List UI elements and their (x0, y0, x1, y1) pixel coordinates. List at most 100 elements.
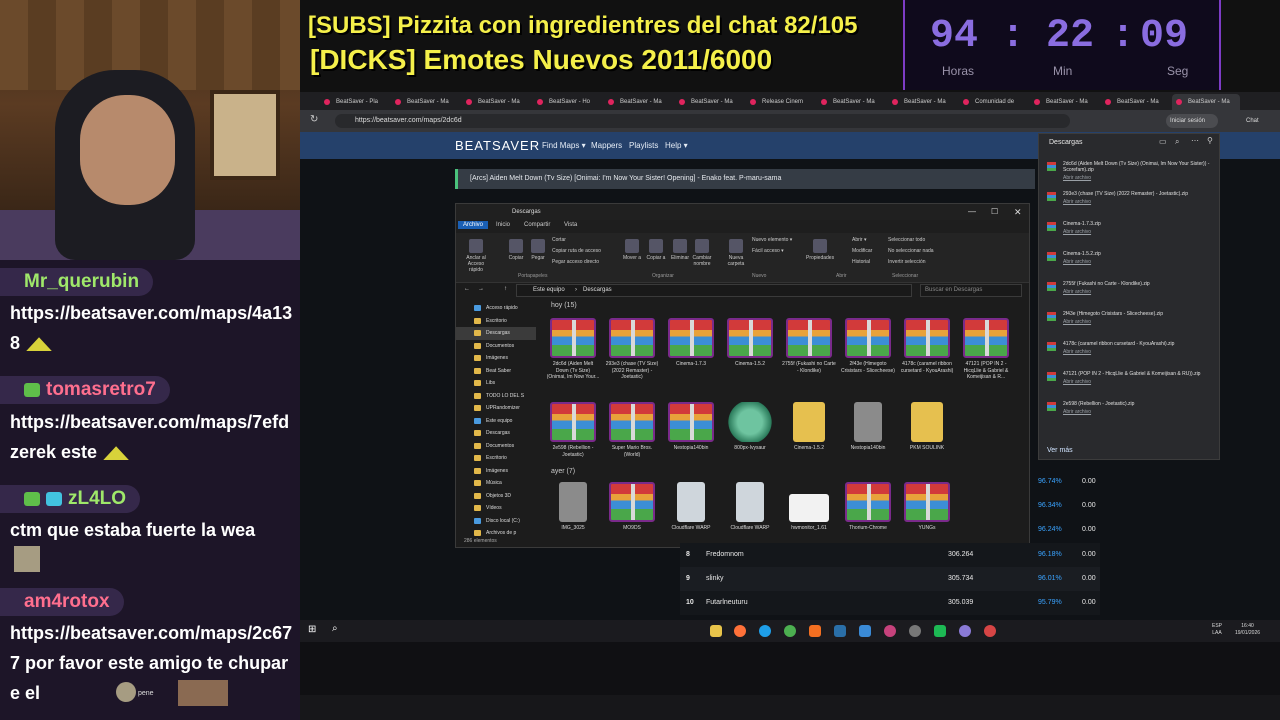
path-input[interactable]: Este equipo › Descargas (516, 284, 912, 297)
ribbon-small-button[interactable]: Seleccionar todo (888, 237, 925, 243)
browser-tab[interactable]: BeatSaver - Ma (675, 94, 743, 110)
ribbon-small-button[interactable]: Abrir ▾ (852, 237, 866, 243)
up-icon[interactable]: ↑ (504, 286, 507, 292)
open-file-link[interactable]: Abrir archivo (1063, 289, 1217, 295)
open-file-link[interactable]: Abrir archivo (1063, 259, 1217, 265)
ribbon-small-button[interactable]: Invertir selección (888, 259, 926, 265)
sidebar-item[interactable]: Descargas (456, 427, 536, 440)
file-item[interactable]: Nestopia140bin (841, 402, 895, 452)
download-item[interactable]: 47121 (POP IN 2 - HicqLlie & Gabriel & K… (1047, 371, 1217, 385)
app-icon[interactable] (809, 625, 821, 637)
chrome-icon[interactable] (784, 625, 796, 637)
file-item[interactable]: hwmonitor_1.61 (782, 482, 836, 532)
search-input[interactable]: Buscar en Descargas (920, 284, 1022, 297)
ribbon-button[interactable]: Nueva carpeta (722, 239, 750, 267)
browser-tab[interactable]: Release Cinem (746, 94, 814, 110)
search-icon[interactable]: ⌕ (332, 623, 338, 634)
nav-playlists[interactable]: Playlists (629, 141, 658, 150)
sidebar-item[interactable]: Vídeos (456, 502, 536, 515)
file-item[interactable]: 800px-Ivysaur (723, 402, 777, 452)
chat-button[interactable]: Chat (1246, 114, 1259, 128)
file-item[interactable]: 47121 (POP IN 2 - HicqLlie & Gabriel & K… (959, 318, 1013, 381)
ribbon-button[interactable]: Pegar (524, 239, 552, 261)
sidebar-item[interactable]: Escritorio (456, 315, 536, 328)
browser-tab[interactable]: BeatSaver - Ma (1172, 94, 1240, 110)
file-item[interactable]: Super Mario Bros. (World) (605, 402, 659, 458)
ribbon-button[interactable]: Propiedades (806, 239, 834, 261)
close-icon[interactable]: ✕ (1014, 204, 1022, 220)
sidebar-item[interactable]: Música (456, 477, 536, 490)
firefox-icon[interactable] (734, 625, 746, 637)
pin-icon[interactable]: ⚲ (1207, 136, 1213, 145)
file-item[interactable]: IMG_3025 (546, 482, 600, 532)
browser-tab[interactable]: Comunidad de (959, 94, 1027, 110)
ribbon-small-button[interactable]: Nuevo elemento ▾ (752, 237, 792, 243)
sidebar-item[interactable]: Escritorio (456, 452, 536, 465)
file-item[interactable]: YUNGs (900, 482, 954, 532)
sidebar-item[interactable]: Este equipo (456, 415, 536, 428)
nav-find-maps[interactable]: Find Maps ▾ (542, 141, 586, 150)
signin-button[interactable]: Iniciar sesión (1166, 114, 1218, 128)
ribbon-small-button[interactable]: Copiar ruta de acceso (552, 248, 601, 254)
browser-tab[interactable]: BeatSaver - Ma (888, 94, 956, 110)
app-icon[interactable] (984, 625, 996, 637)
browser-tab[interactable]: BeatSaver - Ma (604, 94, 672, 110)
download-item[interactable]: 2dc6d (Aiden Melt Down (Tv Size) (Onimai… (1047, 161, 1217, 181)
ribbon-small-button[interactable]: Fácil acceso ▾ (752, 248, 784, 254)
file-item[interactable]: Thorium-Chrome (841, 482, 895, 532)
download-item[interactable]: 293e3 (chase (TV Size) (2022 Remaster) -… (1047, 191, 1217, 205)
sidebar-item[interactable]: TODO LO DEL S (456, 390, 536, 403)
sidebar-item[interactable]: Libs (456, 377, 536, 390)
path-segment-2[interactable]: Descargas (583, 287, 612, 293)
app-icon[interactable] (909, 625, 921, 637)
language-indicator[interactable]: ESP LAA (1212, 623, 1222, 637)
file-item[interactable]: PKM SOULINK (900, 402, 954, 452)
path-segment-1[interactable]: Este equipo (533, 287, 565, 293)
minimize-icon[interactable]: — (968, 204, 976, 220)
ribbon-small-button[interactable]: Modificar (852, 248, 872, 254)
ribbon-small-button[interactable]: Cortar (552, 237, 566, 243)
download-item[interactable]: 2755f (Fukashi no Carte - Klondike).zip A… (1047, 281, 1217, 295)
browser-tab[interactable]: BeatSaver - Ma (462, 94, 530, 110)
sidebar-item[interactable]: Documentos (456, 340, 536, 353)
browser-tab[interactable]: BeatSaver - Ma (1030, 94, 1098, 110)
download-item[interactable]: 4178c (caramel ribbon cursetard - KyouAr… (1047, 341, 1217, 355)
back-icon[interactable]: ← (464, 286, 470, 292)
address-bar[interactable]: https://beatsaver.com/maps/2dc6d (335, 114, 1070, 128)
file-explorer-icon[interactable] (710, 625, 722, 637)
leaderboard-row[interactable]: 10 Futarlneuturu 305.039 95.79% 0.00 (680, 591, 1100, 615)
sidebar-item[interactable]: Beat Saber (456, 365, 536, 378)
file-item[interactable]: Cloudflare WARP (723, 482, 777, 532)
sidebar-item[interactable]: Acceso rápido (456, 302, 536, 315)
file-item[interactable]: 2755f (Fukashi no Carte - Klondike) (782, 318, 836, 374)
ribbon-tab-archivo[interactable]: Archivo (458, 221, 489, 229)
start-icon[interactable]: ⊞ (308, 624, 320, 636)
nav-mappers[interactable]: Mappers (591, 141, 622, 150)
app-icon[interactable] (959, 625, 971, 637)
maximize-icon[interactable]: ☐ (991, 204, 998, 220)
sidebar-item[interactable]: Documentos (456, 440, 536, 453)
more-icon[interactable]: ⋯ (1191, 136, 1199, 145)
sidebar-item[interactable]: Disco local (C:) (456, 515, 536, 528)
group-yesterday[interactable]: ayer (7) (551, 468, 575, 475)
ribbon-button[interactable]: Cambiar nombre (688, 239, 716, 267)
download-item[interactable]: 2e598 (Rebellion - Joetastic).zip Abrir a… (1047, 401, 1217, 415)
app-icon[interactable] (934, 625, 946, 637)
browser-tab[interactable]: BeatSaver - Ma (817, 94, 885, 110)
open-file-link[interactable]: Abrir archivo (1063, 229, 1217, 235)
file-item[interactable]: Cinema-1.7.3 (664, 318, 718, 368)
app-icon[interactable] (859, 625, 871, 637)
file-item[interactable]: Cinema-1.5.2 (723, 318, 777, 368)
file-item[interactable]: Nestopia140bin (664, 402, 718, 452)
sidebar-item[interactable]: UPRandomizer (456, 402, 536, 415)
ribbon-small-button[interactable]: Pegar acceso directo (552, 259, 599, 265)
browser-tab[interactable]: BeatSaver - Ma (391, 94, 459, 110)
open-file-link[interactable]: Abrir archivo (1063, 409, 1217, 415)
folder-icon[interactable]: ▭ (1159, 137, 1167, 146)
leaderboard-row[interactable]: 9 slinky 305.734 96.01% 0.00 (680, 567, 1100, 591)
browser-tab[interactable]: BeatSaver - Pla (320, 94, 388, 110)
open-file-link[interactable]: Abrir archivo (1063, 379, 1217, 385)
beatsaver-logo[interactable]: BEATSAVER (455, 138, 540, 153)
see-more-link[interactable]: Ver más (1047, 447, 1073, 454)
ribbon-tab-inicio[interactable]: Inicio (496, 222, 510, 228)
